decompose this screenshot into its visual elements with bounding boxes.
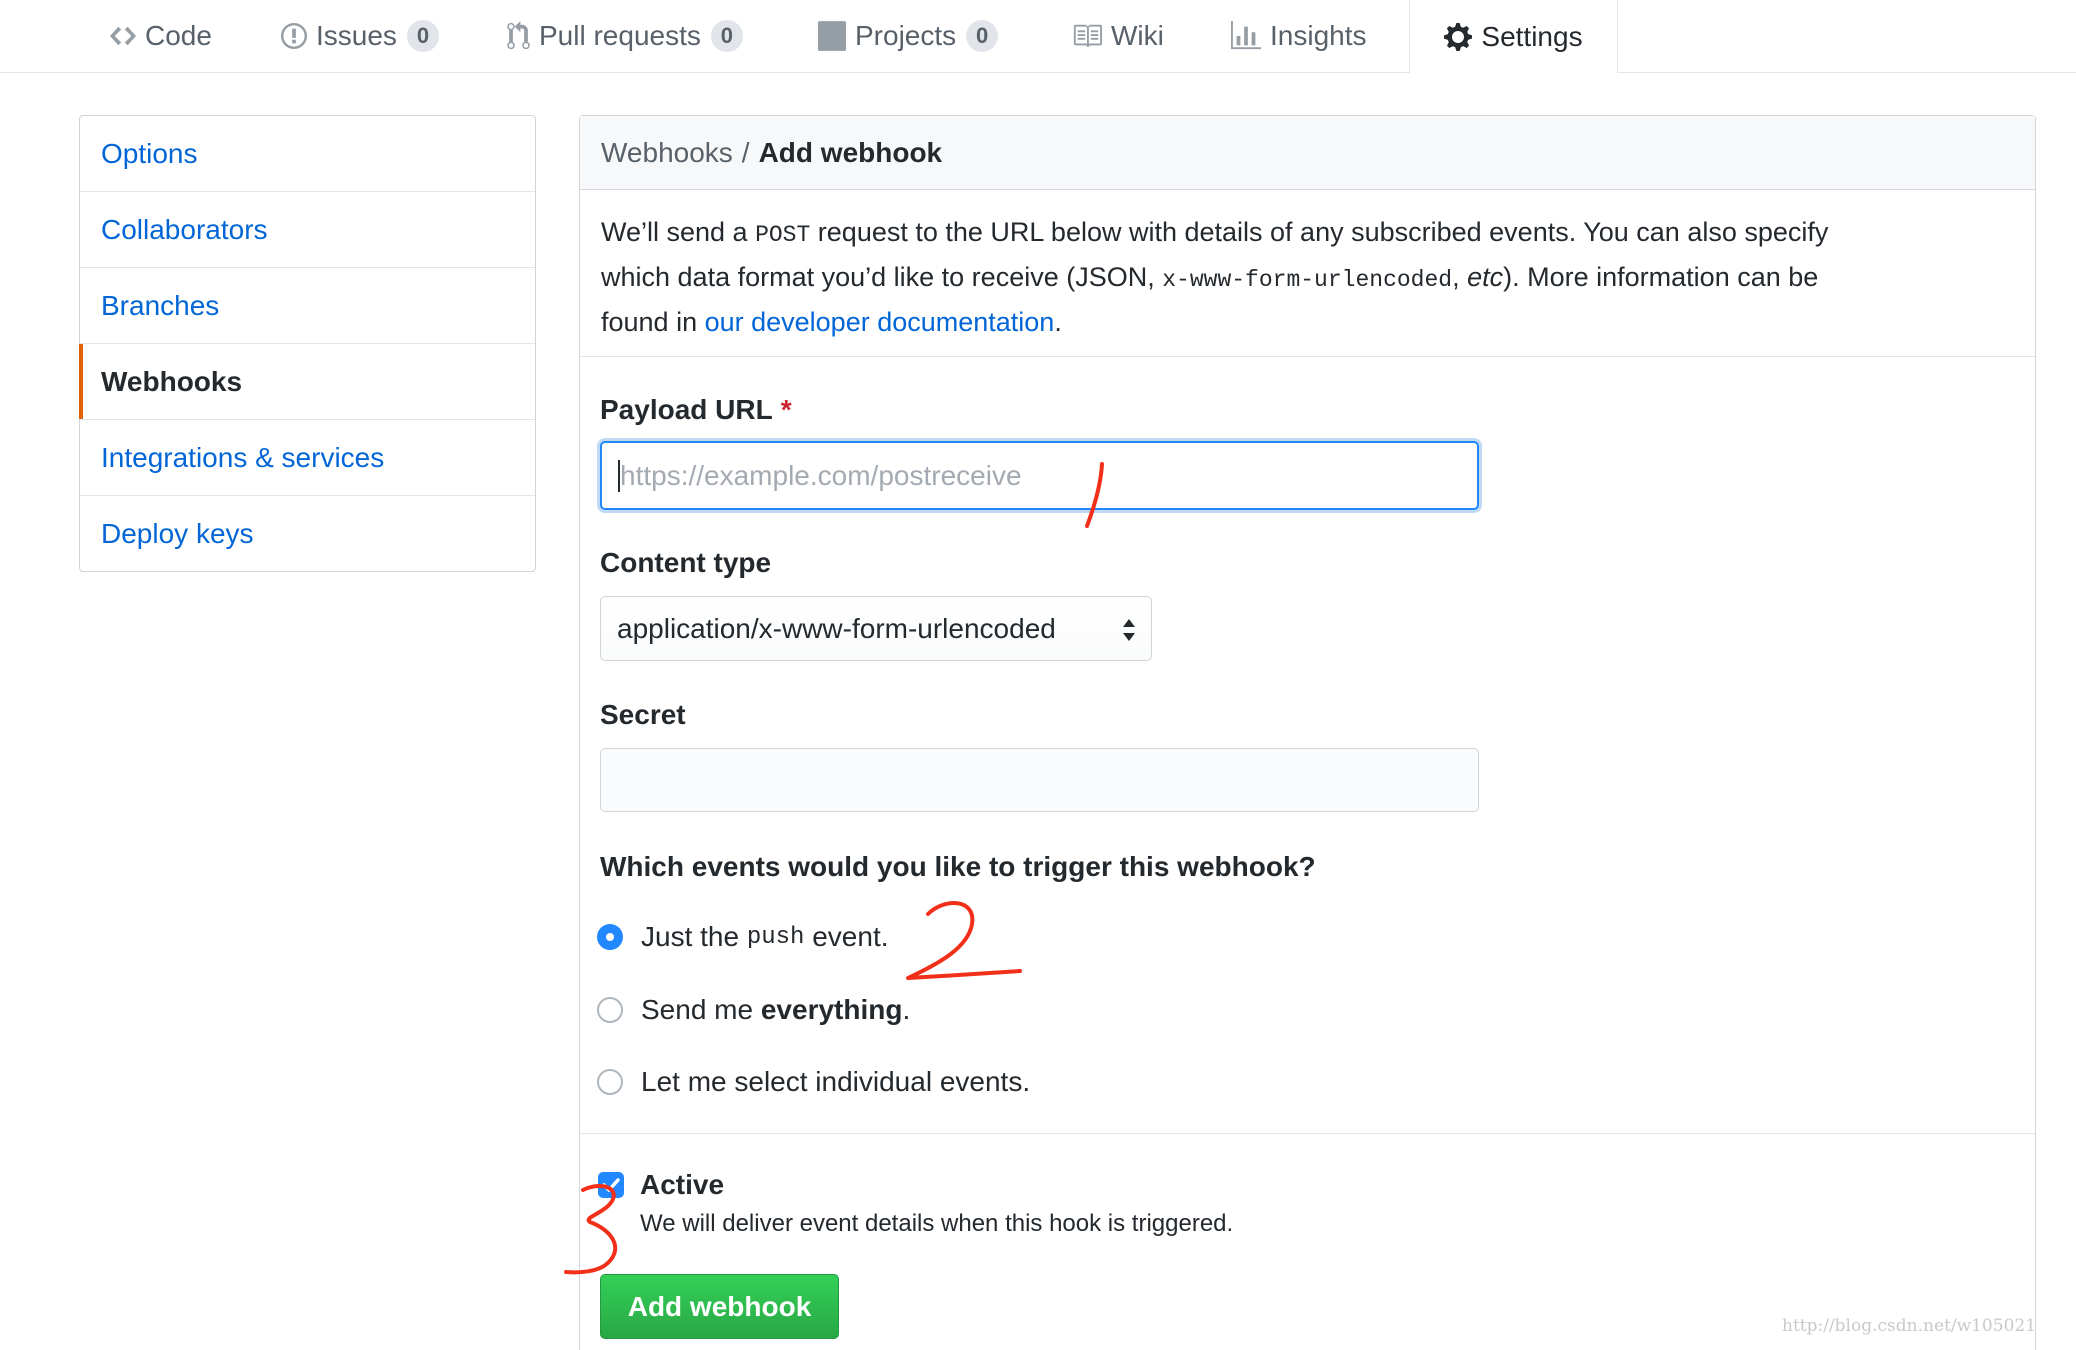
secret-input[interactable]	[600, 748, 1479, 812]
add-webhook-button[interactable]: Add webhook	[600, 1274, 839, 1339]
option-text: Just the	[641, 921, 747, 952]
tab-insights-label: Insights	[1270, 20, 1367, 51]
settings-sidebar: Options Collaborators Branches Webhooks …	[79, 115, 536, 572]
issue-icon	[281, 23, 307, 49]
book-icon	[1073, 24, 1102, 48]
description-text: .	[1054, 307, 1062, 337]
page: Code Issues 0 Pull requests 0 Projects 0…	[0, 0, 2076, 1350]
tab-projects-label: Projects	[855, 20, 957, 51]
option-code: push	[746, 923, 805, 951]
inline-code: POST	[755, 222, 811, 248]
tab-settings-label: Settings	[1481, 20, 1583, 52]
inline-code: x-www-form-urlencoded	[1162, 267, 1453, 293]
description-text: ,	[1452, 262, 1468, 292]
active-checkbox[interactable]	[598, 1172, 624, 1198]
repo-nav: Code Issues 0 Pull requests 0 Projects 0…	[0, 0, 2076, 73]
description-text: We’ll send a	[601, 217, 756, 247]
watermark: http://blog.csdn.net/w105021	[1782, 1316, 2037, 1336]
radio-push-selected[interactable]	[597, 924, 623, 950]
description-line: We’ll send a POST request to the URL bel…	[601, 211, 1828, 256]
developer-documentation-link[interactable]: our developer documentation	[705, 307, 1055, 337]
gear-icon	[1444, 22, 1473, 51]
tab-projects[interactable]: Projects 0	[818, 0, 999, 72]
sidebar-item-collaborators[interactable]: Collaborators	[80, 192, 535, 268]
sidebar-item-options[interactable]: Options	[80, 116, 535, 192]
description-line: found in our developer documentation.	[601, 301, 1828, 343]
graph-icon	[1231, 21, 1261, 50]
description-text: ). More information can be	[1503, 262, 1819, 292]
sidebar-item-deploy-keys[interactable]: Deploy keys	[80, 496, 535, 571]
event-option-everything[interactable]: Send me everything.	[597, 993, 910, 1027]
active-note: We will deliver event details when this …	[640, 1210, 1234, 1237]
divider	[580, 356, 2035, 357]
description-line: which data format you’d like to receive …	[601, 256, 1828, 301]
content-type-select[interactable]: application/x-www-form-urlencoded	[600, 596, 1152, 661]
payload-url-label: Payload URL *	[600, 393, 792, 427]
pull-request-icon	[507, 21, 530, 50]
code-icon	[110, 26, 136, 46]
description-text: request to the URL below with details of…	[810, 217, 1829, 247]
radio-individual[interactable]	[597, 1069, 623, 1095]
tab-pull-requests[interactable]: Pull requests 0	[507, 0, 743, 72]
content-type-value: application/x-www-form-urlencoded	[617, 612, 1056, 644]
pull-requests-counter: 0	[710, 20, 743, 52]
tab-issues[interactable]: Issues 0	[281, 0, 439, 72]
tab-settings[interactable]: Settings	[1409, 0, 1618, 73]
option-text: .	[902, 994, 911, 1025]
sidebar-item-webhooks[interactable]: Webhooks	[79, 344, 535, 420]
active-label: Active	[640, 1169, 725, 1200]
tab-code[interactable]: Code	[110, 0, 212, 72]
issues-counter: 0	[406, 20, 439, 52]
select-arrows-icon	[1123, 619, 1135, 641]
event-option-individual[interactable]: Let me select individual events.	[597, 1065, 1030, 1099]
tab-issues-label: Issues	[316, 20, 397, 51]
webhook-description: We’ll send a POST request to the URL bel…	[601, 211, 1828, 343]
events-question: Which events would you like to trigger t…	[600, 851, 1316, 882]
secret-label: Secret	[600, 699, 686, 730]
tab-wiki-label: Wiki	[1111, 20, 1164, 51]
projects-counter: 0	[966, 20, 999, 52]
tab-code-label: Code	[145, 20, 212, 51]
breadcrumb-separator: /	[741, 136, 750, 168]
option-text: event.	[804, 921, 889, 952]
content-type-label: Content type	[600, 547, 772, 578]
event-option-push[interactable]: Just the push event.	[597, 920, 889, 954]
option-text: Let me select individual events.	[641, 1066, 1031, 1097]
tab-pull-requests-label: Pull requests	[539, 20, 701, 51]
description-text: which data format you’d like to receive …	[601, 262, 1163, 292]
required-marker: *	[780, 394, 792, 425]
payload-url-placeholder: https://example.com/postreceive	[620, 459, 1022, 491]
divider	[580, 1133, 2035, 1134]
sidebar-item-integrations[interactable]: Integrations & services	[80, 420, 535, 496]
option-text: Send me	[641, 994, 761, 1025]
sidebar-item-branches[interactable]: Branches	[80, 268, 535, 344]
checkmark-icon	[602, 1178, 620, 1192]
tab-insights[interactable]: Insights	[1231, 0, 1367, 72]
description-text: found in	[601, 307, 705, 337]
payload-url-label-text: Payload URL	[600, 394, 773, 425]
radio-everything[interactable]	[597, 997, 623, 1023]
description-emphasis: etc	[1467, 262, 1504, 292]
breadcrumb-webhooks-link[interactable]: Webhooks	[601, 137, 733, 169]
breadcrumb: Webhooks / Add webhook	[580, 116, 2035, 190]
tab-wiki[interactable]: Wiki	[1072, 0, 1164, 72]
payload-url-input[interactable]: https://example.com/postreceive	[600, 441, 1479, 510]
project-icon	[818, 21, 846, 51]
option-strong: everything	[760, 994, 903, 1025]
page-title: Add webhook	[758, 136, 943, 168]
